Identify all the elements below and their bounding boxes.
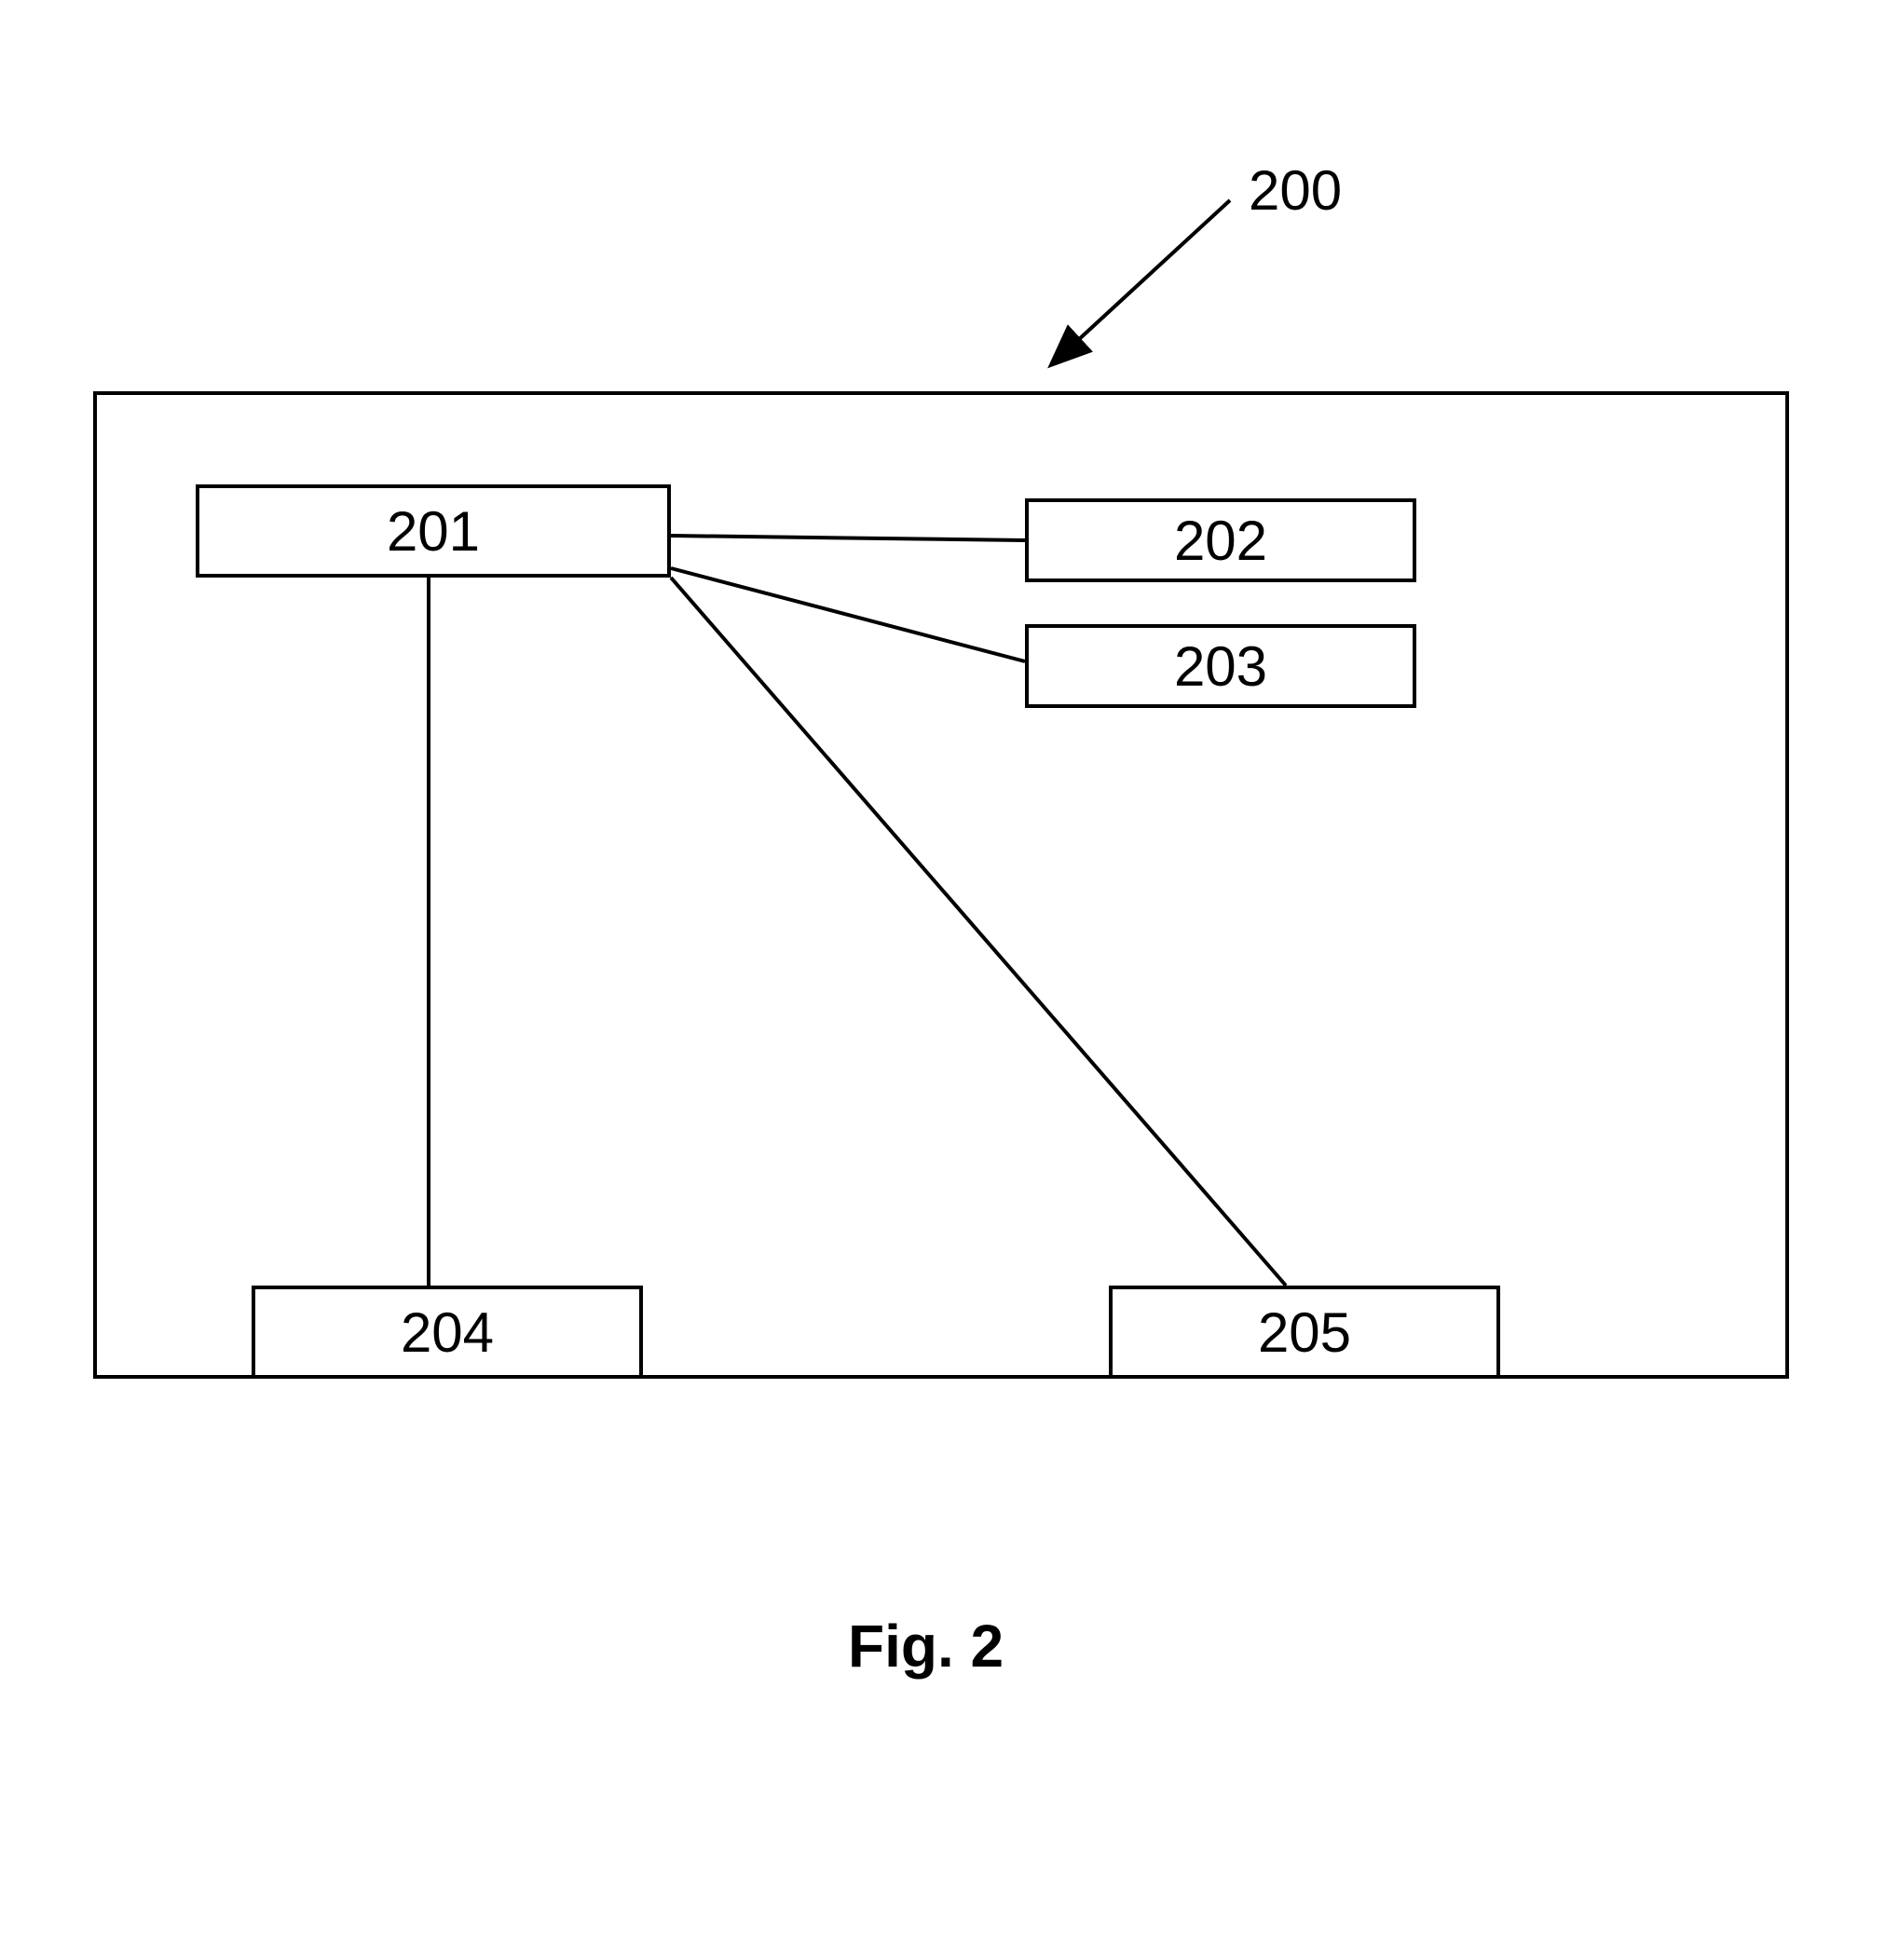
- ref-label-200: 200: [1249, 158, 1342, 223]
- figure-caption: Fig. 2: [848, 1612, 1004, 1681]
- node-201-label: 201: [387, 499, 480, 564]
- node-204: 204: [252, 1286, 643, 1379]
- node-204-label: 204: [401, 1300, 494, 1365]
- node-205: 205: [1109, 1286, 1500, 1379]
- node-205-label: 205: [1258, 1300, 1351, 1365]
- node-201: 201: [196, 484, 671, 578]
- node-202-label: 202: [1174, 509, 1267, 573]
- node-202: 202: [1025, 498, 1416, 582]
- figure-canvas: 200 201 202 203 204 205: [0, 0, 1899, 1960]
- node-203: 203: [1025, 624, 1416, 708]
- node-203-label: 203: [1174, 634, 1267, 699]
